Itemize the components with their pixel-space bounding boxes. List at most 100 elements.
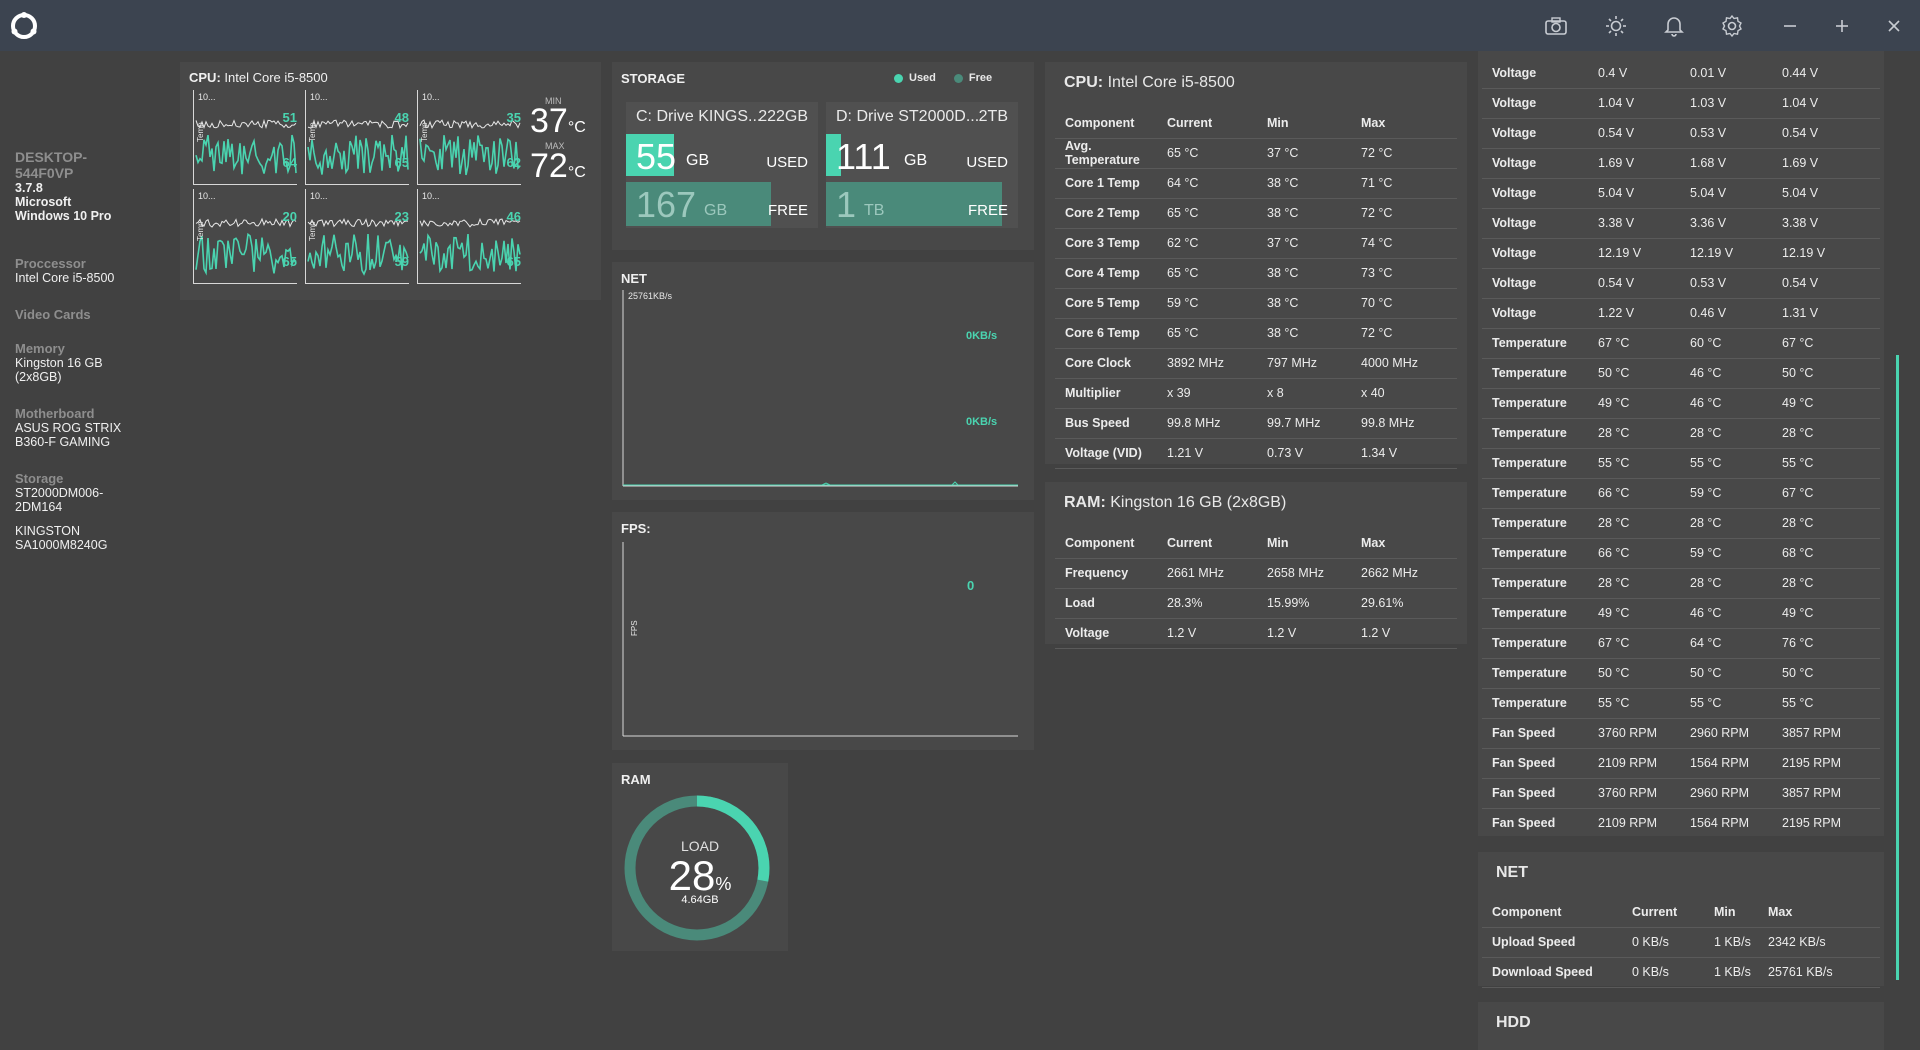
table-row[interactable]: Temperature 66 °C 59 °C 67 °C — [1482, 478, 1880, 509]
table-row[interactable]: Temperature 55 °C 55 °C 55 °C — [1482, 688, 1880, 719]
theme-button[interactable] — [1600, 10, 1632, 42]
table-row[interactable]: Voltage 1.04 V 1.03 V 1.04 V — [1482, 88, 1880, 119]
table-row[interactable]: Core Clock 3892 MHz 797 MHz 4000 MHz — [1055, 348, 1457, 379]
table-row[interactable]: Voltage 0.54 V 0.53 V 0.54 V — [1482, 268, 1880, 299]
core-chart-value-2: 64 — [282, 155, 297, 170]
table-cell: 3857 RPM — [1782, 718, 1880, 749]
notifications-button[interactable] — [1658, 10, 1690, 42]
drive-d-card[interactable]: D: Drive ST2000D... 2TB 111 GB USED 1 TB… — [826, 102, 1018, 228]
table-row[interactable]: Voltage 12.19 V 12.19 V 12.19 V — [1482, 238, 1880, 269]
table-cell: Bus Speed — [1055, 408, 1167, 439]
legend-used-dot — [894, 73, 903, 83]
table-row[interactable]: Core 5 Temp 59 °C 38 °C 70 °C — [1055, 288, 1457, 319]
table-row[interactable]: Core 3 Temp 62 °C 37 °C 74 °C — [1055, 228, 1457, 259]
table-cell: 2195 RPM — [1782, 748, 1880, 779]
table-cell: Upload Speed — [1482, 927, 1632, 958]
table-cell: 0.54 V — [1782, 268, 1880, 299]
table-row[interactable]: Voltage 1.2 V 1.2 V 1.2 V — [1055, 618, 1457, 649]
table-row[interactable]: Load 28.3% 15.99% 29.61% — [1055, 588, 1457, 619]
ram-load-panel: RAM LOAD 28% 4.64GB — [612, 763, 788, 951]
table-row[interactable]: Upload Speed 0 KB/s 1 KB/s 2342 KB/s — [1482, 927, 1880, 958]
table-row[interactable]: Voltage 1.69 V 1.68 V 1.69 V — [1482, 148, 1880, 179]
table-cell: 1.69 V — [1782, 148, 1880, 179]
table-row[interactable]: Temperature 28 °C 28 °C 28 °C — [1482, 418, 1880, 449]
table-cell: 66 °C — [1598, 538, 1690, 569]
core-chart-value-2: 65 — [506, 254, 521, 269]
table-row[interactable]: Core 4 Temp 65 °C 38 °C 73 °C — [1055, 258, 1457, 289]
core-chart-value-1: 35 — [506, 110, 521, 125]
table-row[interactable]: Multiplier x 39 x 8x 40 — [1055, 378, 1457, 409]
os-name: Microsoft Windows 10 Pro — [15, 195, 112, 223]
table-row[interactable]: Fan Speed 2109 RPM 1564 RPM 2195 RPM — [1482, 748, 1880, 779]
table-row[interactable]: Fan Speed 3760 RPM 2960 RPM 3857 RPM — [1482, 778, 1880, 809]
table-row[interactable]: Voltage 0.54 V 0.53 V 0.54 V — [1482, 118, 1880, 149]
processor-label: Proccessor — [15, 256, 86, 271]
table-cell: 99.7 MHz — [1267, 408, 1361, 439]
table-cell: 50 °C — [1598, 658, 1690, 689]
table-row[interactable]: Temperature 67 °C 60 °C 67 °C — [1482, 328, 1880, 359]
core-chart-ylabel: Temp — [196, 122, 205, 142]
table-cell: Core 5 Temp — [1055, 288, 1167, 319]
legend-used-label: Used — [909, 72, 936, 84]
table-cell: 72 °C — [1361, 198, 1457, 229]
table-row[interactable]: Download Speed 0 KB/s 1 KB/s 25761 KB/s — [1482, 957, 1880, 988]
table-row[interactable]: Core 2 Temp 65 °C 38 °C 72 °C — [1055, 198, 1457, 229]
table-row[interactable]: Voltage 3.38 V 3.36 V 3.38 V — [1482, 208, 1880, 239]
table-row[interactable]: Voltage 1.22 V 0.46 V 1.31 V — [1482, 298, 1880, 329]
screenshot-button[interactable] — [1540, 10, 1572, 42]
table-row[interactable]: Bus Speed 99.8 MHz 99.7 MHz 99.8 MHz — [1055, 408, 1457, 439]
table-row[interactable]: Temperature 67 °C 64 °C 76 °C — [1482, 628, 1880, 659]
table-row[interactable]: Voltage (VID) 1.21 V 0.73 V 1.34 V — [1055, 438, 1457, 469]
core-chart-scale: 10... — [422, 191, 440, 201]
table-header-cell: Component — [1482, 897, 1632, 928]
table-row[interactable]: Fan Speed 3760 RPM 2960 RPM 3857 RPM — [1482, 718, 1880, 749]
drive-c-card[interactable]: C: Drive KINGS... 222GB 55 GB USED 167 G… — [626, 102, 818, 228]
table-header-cell: Current — [1167, 528, 1267, 559]
table-header-cell: Max — [1768, 897, 1880, 928]
table-cell: 67 °C — [1782, 328, 1880, 359]
net-graph-panel: NET 25761KB/s 0KB/s 0KB/s — [612, 262, 1034, 500]
table-row[interactable]: Voltage 0.4 V 0.01 V 0.44 V — [1482, 58, 1880, 89]
table-cell: 1.34 V — [1361, 438, 1457, 469]
table-row[interactable]: Core 6 Temp 65 °C 38 °C 72 °C — [1055, 318, 1457, 349]
table-row[interactable]: Temperature 50 °C 46 °C 50 °C — [1482, 358, 1880, 389]
table-row[interactable]: Temperature 49 °C 46 °C 49 °C — [1482, 388, 1880, 419]
table-row[interactable]: Fan Speed 2109 RPM 1564 RPM 2195 RPM — [1482, 808, 1880, 836]
ram-used-value: 4.64GB — [681, 894, 719, 906]
table-cell: Core 6 Temp — [1055, 318, 1167, 349]
motherboard-block: Motherboard ASUS ROG STRIX B360-F GAMING — [15, 407, 135, 450]
legend-free-label: Free — [968, 72, 993, 84]
table-row[interactable]: Temperature 49 °C 46 °C 49 °C — [1482, 598, 1880, 629]
table-cell: 1.2 V — [1267, 618, 1361, 649]
fps-graph — [622, 542, 1018, 737]
table-cell: 1.2 V — [1167, 618, 1267, 649]
table-cell: Voltage (VID) — [1055, 438, 1167, 469]
table-row[interactable]: Temperature 55 °C 55 °C 55 °C — [1482, 448, 1880, 479]
table-cell: 0.46 V — [1690, 298, 1782, 329]
settings-button[interactable] — [1716, 10, 1748, 42]
table-row[interactable]: Temperature 50 °C 50 °C 50 °C — [1482, 658, 1880, 689]
table-cell: 3.38 V — [1782, 208, 1880, 239]
table-row[interactable]: Temperature 28 °C 28 °C 28 °C — [1482, 568, 1880, 599]
close-button[interactable] — [1878, 10, 1910, 42]
minimize-button[interactable] — [1774, 10, 1806, 42]
table-row[interactable]: Core 1 Temp 64 °C 38 °C 71 °C — [1055, 168, 1457, 199]
core-chart-value-1: 20 — [282, 209, 297, 224]
table-cell: Voltage — [1482, 178, 1598, 209]
maximize-button[interactable] — [1826, 10, 1858, 42]
table-row[interactable]: Temperature 66 °C 59 °C 68 °C — [1482, 538, 1880, 569]
core-chart-value-2: 59 — [394, 254, 409, 269]
core-sparkline — [195, 217, 297, 276]
table-cell: 28 °C — [1598, 418, 1690, 449]
table-cell: 38 °C — [1267, 168, 1361, 199]
drive-c-name: C: Drive KINGS... — [636, 108, 762, 125]
table-cell: 70 °C — [1361, 288, 1457, 319]
table-row[interactable]: Temperature 28 °C 28 °C 28 °C — [1482, 508, 1880, 539]
drive-d-size: 2TB — [978, 108, 1008, 125]
net-sensor-table: Component Current Min Max Upload Speed 0 KB/s… — [1482, 897, 1880, 988]
table-row[interactable]: Avg. Temperature 65 °C 37 °C 72 °C — [1055, 138, 1457, 169]
app-logo-icon[interactable] — [10, 12, 38, 40]
table-row[interactable]: Frequency 2661 MHz 2658 MHz 2662 MHz — [1055, 558, 1457, 589]
scrollbar-thumb[interactable] — [1896, 355, 1899, 980]
table-row[interactable]: Voltage 5.04 V 5.04 V 5.04 V — [1482, 178, 1880, 209]
